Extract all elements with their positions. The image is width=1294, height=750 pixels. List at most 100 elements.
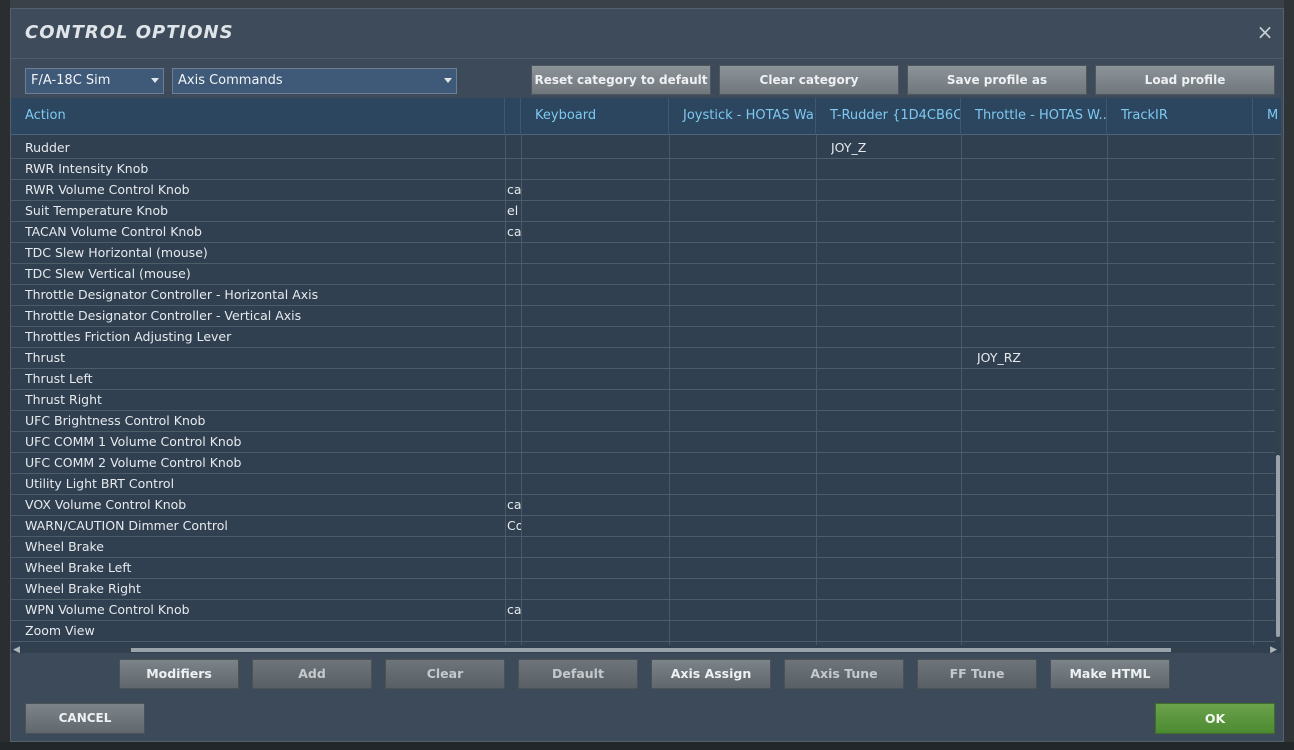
throttle-binding-cell[interactable]	[977, 243, 1105, 264]
vertical-scroll-thumb[interactable]	[1276, 455, 1280, 637]
throttle-binding-cell[interactable]	[977, 327, 1105, 348]
rudder-binding-cell[interactable]	[831, 621, 959, 642]
throttle-binding-cell[interactable]	[977, 516, 1105, 537]
modifiers-button[interactable]: Modifiers	[119, 659, 239, 689]
rudder-binding-cell[interactable]	[831, 180, 959, 201]
horizontal-scrollbar[interactable]: ◀ ▶	[11, 645, 1281, 655]
rudder-binding-cell[interactable]	[831, 474, 959, 495]
table-row[interactable]: WPN Volume Control Knob cat	[11, 600, 1281, 621]
table-row[interactable]: Wheel Brake Right	[11, 579, 1281, 600]
column-header-trackir[interactable]: TrackIR	[1107, 98, 1253, 135]
table-row[interactable]: Wheel Brake	[11, 537, 1281, 558]
axis-assign-button[interactable]: Axis Assign	[651, 659, 771, 689]
arrow-left-icon[interactable]: ◀	[13, 645, 20, 655]
column-header-rudder[interactable]: T-Rudder {1D4CB6C...	[816, 98, 961, 135]
rudder-binding-cell[interactable]	[831, 201, 959, 222]
throttle-binding-cell[interactable]	[977, 159, 1105, 180]
clear-category-button[interactable]: Clear category	[719, 65, 899, 95]
arrow-right-icon[interactable]: ▶	[1270, 645, 1277, 655]
rudder-binding-cell[interactable]	[831, 453, 959, 474]
add-button[interactable]: Add	[252, 659, 372, 689]
table-row[interactable]: TDC Slew Horizontal (mouse)	[11, 243, 1281, 264]
rudder-binding-cell[interactable]	[831, 537, 959, 558]
rudder-binding-cell[interactable]	[831, 369, 959, 390]
table-row[interactable]: Thrust JOY_RZ	[11, 348, 1281, 369]
table-row[interactable]: Zoom View	[11, 621, 1281, 642]
throttle-binding-cell[interactable]	[977, 537, 1105, 558]
throttle-binding-cell[interactable]	[977, 264, 1105, 285]
column-header-keyboard[interactable]: Keyboard	[521, 98, 669, 135]
rudder-binding-cell[interactable]	[831, 348, 959, 369]
throttle-binding-cell[interactable]	[977, 138, 1105, 159]
default-button[interactable]: Default	[518, 659, 638, 689]
save-profile-button[interactable]: Save profile as	[907, 65, 1087, 95]
rudder-binding-cell[interactable]	[831, 285, 959, 306]
aircraft-select[interactable]: F/A-18C Sim	[25, 68, 164, 94]
throttle-binding-cell[interactable]	[977, 558, 1105, 579]
category-select[interactable]: Axis Commands	[172, 68, 457, 94]
make-html-button[interactable]: Make HTML	[1050, 659, 1170, 689]
rudder-binding-cell[interactable]	[831, 411, 959, 432]
throttle-binding-cell[interactable]	[977, 201, 1105, 222]
vertical-scrollbar[interactable]	[1275, 135, 1281, 645]
throttle-binding-cell[interactable]	[977, 285, 1105, 306]
ok-button[interactable]: OK	[1155, 703, 1275, 734]
column-header-action[interactable]: Action	[11, 98, 505, 135]
rudder-binding-cell[interactable]	[831, 264, 959, 285]
reset-category-button[interactable]: Reset category to default	[531, 65, 711, 95]
column-header-throttle[interactable]: Throttle - HOTAS W...	[961, 98, 1107, 135]
column-header-more[interactable]: M	[1253, 98, 1281, 135]
rudder-binding-cell[interactable]	[831, 159, 959, 180]
throttle-binding-cell[interactable]	[977, 390, 1105, 411]
table-row[interactable]: RWR Volume Control Knob cat	[11, 180, 1281, 201]
close-icon[interactable]: ×	[1255, 22, 1275, 42]
table-row[interactable]: UFC COMM 2 Volume Control Knob	[11, 453, 1281, 474]
horizontal-scroll-thumb[interactable]	[131, 648, 1171, 652]
table-row[interactable]: TACAN Volume Control Knob cat	[11, 222, 1281, 243]
table-row[interactable]: UFC Brightness Control Knob	[11, 411, 1281, 432]
table-row[interactable]: Utility Light BRT Control	[11, 474, 1281, 495]
throttle-binding-cell[interactable]	[977, 579, 1105, 600]
cancel-button[interactable]: CANCEL	[25, 703, 145, 734]
rudder-binding-cell[interactable]	[831, 558, 959, 579]
rudder-binding-cell[interactable]	[831, 579, 959, 600]
throttle-binding-cell[interactable]	[977, 222, 1105, 243]
rudder-binding-cell[interactable]	[831, 243, 959, 264]
throttle-binding-cell[interactable]	[977, 180, 1105, 201]
table-row[interactable]: Thrust Right	[11, 390, 1281, 411]
ff-tune-button[interactable]: FF Tune	[917, 659, 1037, 689]
rudder-binding-cell[interactable]	[831, 516, 959, 537]
rudder-binding-cell[interactable]: JOY_Z	[831, 138, 959, 159]
column-header-joystick[interactable]: Joystick - HOTAS Wa...	[669, 98, 816, 135]
table-row[interactable]: RWR Intensity Knob	[11, 159, 1281, 180]
rudder-binding-cell[interactable]	[831, 600, 959, 621]
table-row[interactable]: VOX Volume Control Knob cat	[11, 495, 1281, 516]
throttle-binding-cell[interactable]	[977, 453, 1105, 474]
table-row[interactable]: Thrust Left	[11, 369, 1281, 390]
throttle-binding-cell[interactable]	[977, 474, 1105, 495]
throttle-binding-cell[interactable]	[977, 411, 1105, 432]
throttle-binding-cell[interactable]	[977, 432, 1105, 453]
axis-tune-button[interactable]: Axis Tune	[784, 659, 904, 689]
throttle-binding-cell[interactable]	[977, 369, 1105, 390]
table-row[interactable]: UFC COMM 1 Volume Control Knob	[11, 432, 1281, 453]
table-row[interactable]: TDC Slew Vertical (mouse)	[11, 264, 1281, 285]
table-row[interactable]: Rudder JOY_Z	[11, 138, 1281, 159]
throttle-binding-cell[interactable]	[977, 495, 1105, 516]
load-profile-button[interactable]: Load profile	[1095, 65, 1275, 95]
rudder-binding-cell[interactable]	[831, 327, 959, 348]
rudder-binding-cell[interactable]	[831, 222, 959, 243]
table-row[interactable]: Throttle Designator Controller - Horizon…	[11, 285, 1281, 306]
rudder-binding-cell[interactable]	[831, 495, 959, 516]
table-row[interactable]: WARN/CAUTION Dimmer Control Co	[11, 516, 1281, 537]
rudder-binding-cell[interactable]	[831, 390, 959, 411]
rudder-binding-cell[interactable]	[831, 306, 959, 327]
table-row[interactable]: Wheel Brake Left	[11, 558, 1281, 579]
throttle-binding-cell[interactable]	[977, 306, 1105, 327]
clear-button[interactable]: Clear	[385, 659, 505, 689]
table-row[interactable]: Suit Temperature Knob el	[11, 201, 1281, 222]
throttle-binding-cell[interactable]: JOY_RZ	[977, 348, 1105, 369]
rudder-binding-cell[interactable]	[831, 432, 959, 453]
table-row[interactable]: Throttles Friction Adjusting Lever	[11, 327, 1281, 348]
table-row[interactable]: Throttle Designator Controller - Vertica…	[11, 306, 1281, 327]
